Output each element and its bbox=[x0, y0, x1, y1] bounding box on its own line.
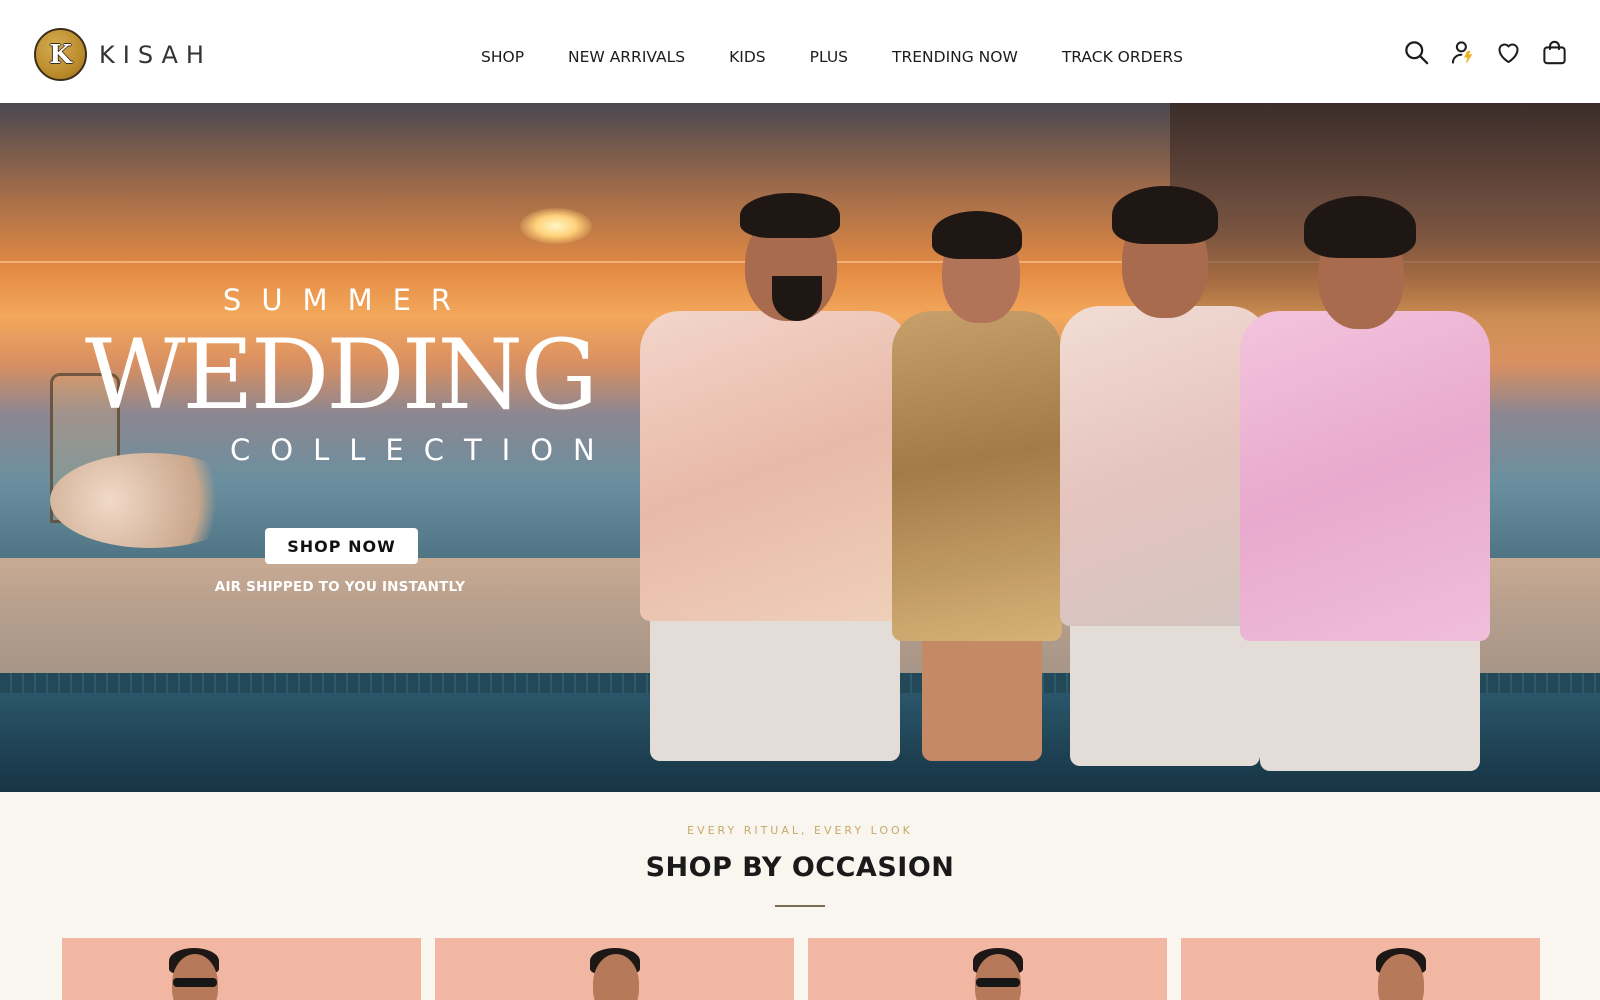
header-actions bbox=[1403, 38, 1568, 66]
hero-sun-graphic bbox=[520, 208, 592, 244]
occasion-card[interactable] bbox=[435, 938, 794, 1000]
occasion-card[interactable] bbox=[62, 938, 421, 1000]
occasion-card[interactable] bbox=[1181, 938, 1540, 1000]
brand-logo[interactable]: K KISAH bbox=[34, 28, 212, 81]
occasion-cards bbox=[62, 938, 1540, 1000]
shopping-bag-icon[interactable] bbox=[1541, 38, 1568, 66]
logo-mark-icon: K bbox=[34, 28, 87, 81]
occasion-divider bbox=[775, 905, 825, 907]
nav-item-plus[interactable]: PLUS bbox=[810, 46, 848, 68]
logo-mark-letter: K bbox=[49, 39, 72, 70]
hero-headline: SUMMER WEDDING COLLECTION bbox=[60, 283, 620, 467]
nav-item-new-arrivals[interactable]: NEW ARRIVALS bbox=[568, 46, 685, 68]
nav-item-track-orders[interactable]: TRACK ORDERS bbox=[1062, 46, 1183, 68]
hero-banner[interactable]: SUMMER WEDDING COLLECTION SHOP NOW AIR S… bbox=[0, 103, 1600, 792]
hero-shipping-note: AIR SHIPPED TO YOU INSTANTLY bbox=[214, 579, 466, 595]
occasion-eyebrow: EVERY RITUAL, EVERY LOOK bbox=[687, 824, 913, 837]
occasion-title: SHOP BY OCCASION bbox=[645, 852, 955, 883]
main-nav: SHOP NEW ARRIVALS KIDS PLUS TRENDING NOW… bbox=[481, 46, 1183, 68]
account-icon[interactable] bbox=[1449, 38, 1476, 66]
nav-item-trending-now[interactable]: TRENDING NOW bbox=[892, 46, 1018, 68]
hero-models-image bbox=[640, 181, 1500, 791]
shop-by-occasion-section: EVERY RITUAL, EVERY LOOK SHOP BY OCCASIO… bbox=[0, 792, 1600, 1000]
hero-eyebrow: SUMMER bbox=[222, 283, 472, 317]
occasion-card[interactable] bbox=[808, 938, 1167, 1000]
nav-item-kids[interactable]: KIDS bbox=[729, 46, 766, 68]
site-header: K KISAH SHOP NEW ARRIVALS KIDS PLUS TREN… bbox=[0, 0, 1600, 103]
wishlist-heart-icon[interactable] bbox=[1495, 38, 1522, 66]
hero-flowers-graphic bbox=[50, 453, 250, 548]
hero-subtitle: COLLECTION bbox=[230, 433, 615, 467]
brand-name: KISAH bbox=[99, 40, 212, 69]
shop-now-button[interactable]: SHOP NOW bbox=[265, 528, 418, 564]
search-icon[interactable] bbox=[1403, 38, 1430, 66]
nav-item-shop[interactable]: SHOP bbox=[481, 46, 524, 68]
hero-title: WEDDING bbox=[84, 319, 598, 431]
